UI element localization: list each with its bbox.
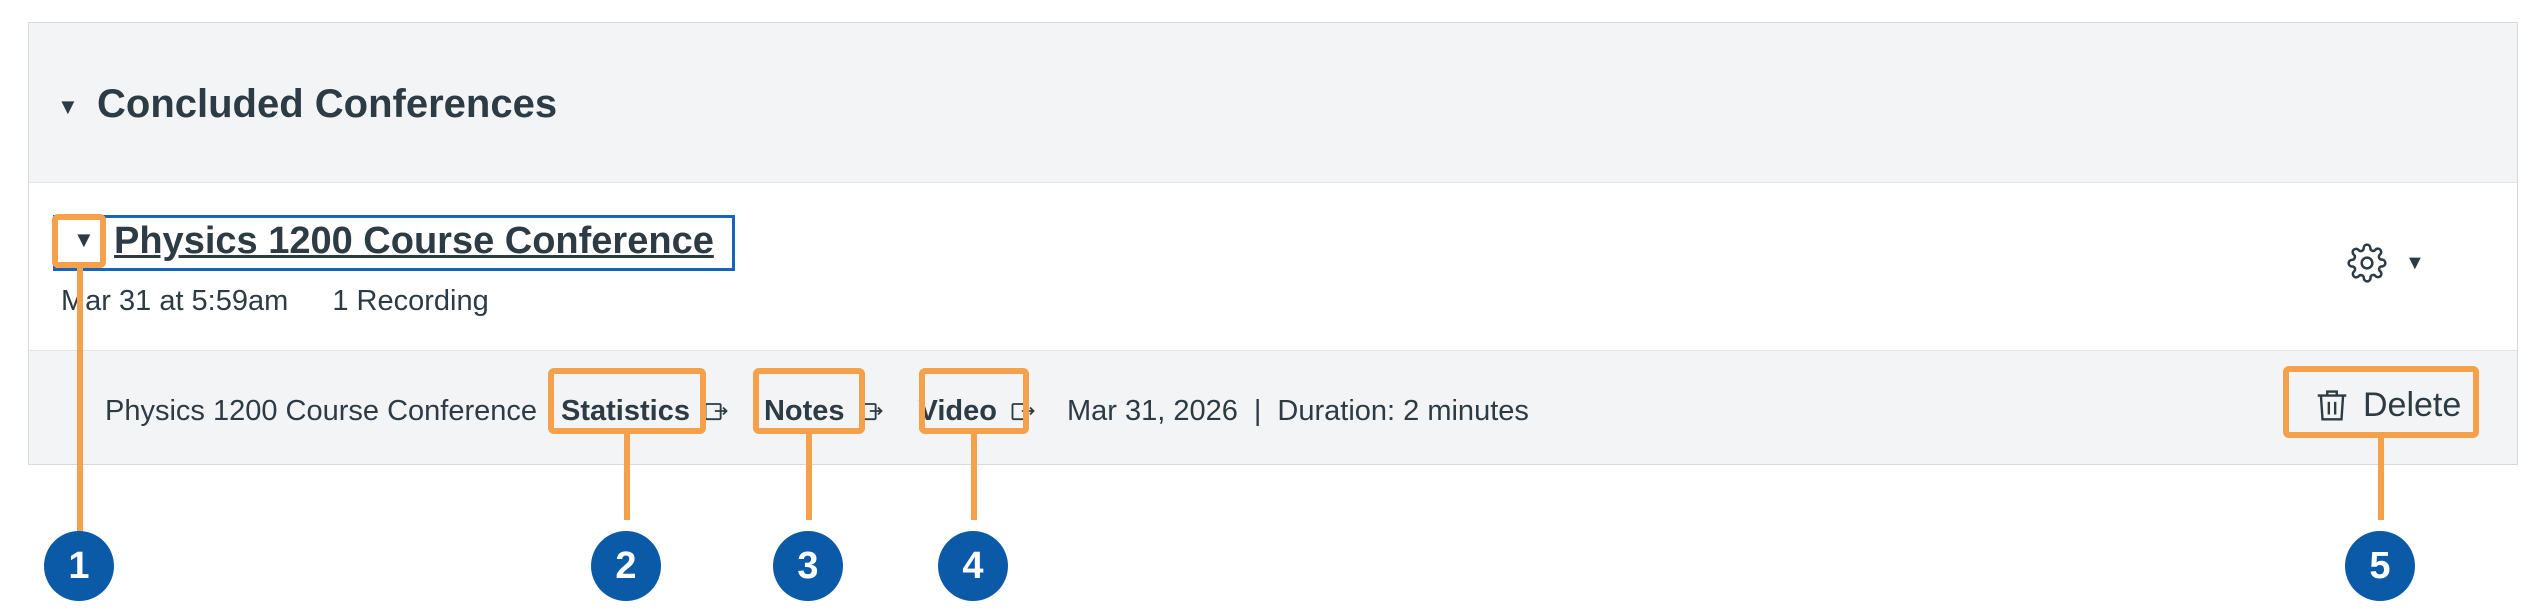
recording-duration: Duration: 2 minutes	[1277, 394, 1529, 427]
callout-line-2	[624, 434, 630, 520]
callout-highlight-statistics	[548, 368, 706, 434]
separator: |	[1253, 394, 1262, 427]
callout-badge-2: 2	[591, 531, 661, 601]
conference-row: ▼ Physics 1200 Course Conference Mar 31 …	[29, 183, 2517, 351]
recording-name: Physics 1200 Course Conference	[105, 394, 538, 427]
callout-badge-4: 4	[938, 531, 1008, 601]
callout-badge-1: 1	[44, 531, 114, 601]
callout-badge-3: 3	[773, 531, 843, 601]
conference-date: Mar 31 at 5:59am	[61, 285, 289, 317]
callout-line-1	[77, 268, 83, 532]
recording-row: Physics 1200 Course Conference Statistic…	[29, 351, 2517, 464]
callout-highlight-delete	[2283, 366, 2479, 438]
callout-line-4	[971, 434, 977, 520]
conference-meta: Mar 31 at 5:59am 1 Recording	[61, 285, 525, 318]
recording-date: Mar 31, 2026	[1066, 394, 1238, 427]
settings-menu-button[interactable]: ▼	[2347, 243, 2425, 283]
callout-highlight-notes	[753, 368, 865, 434]
caret-down-icon: ▼	[2405, 252, 2425, 274]
conference-title-link[interactable]: Physics 1200 Course Conference	[114, 217, 714, 266]
callout-line-3	[806, 434, 812, 520]
recording-count: 1 Recording	[332, 285, 489, 317]
external-link-icon	[704, 403, 728, 421]
concluded-conferences-panel: ▼ Concluded Conferences ▼ Physics 1200 C…	[28, 22, 2518, 465]
gear-icon	[2347, 243, 2387, 283]
section-title: Concluded Conferences	[97, 82, 558, 126]
callout-highlight-video	[919, 368, 1029, 434]
caret-down-icon[interactable]: ▼	[57, 96, 79, 118]
callout-line-5	[2378, 438, 2384, 520]
callout-highlight-caret	[52, 214, 106, 268]
section-header[interactable]: ▼ Concluded Conferences	[29, 23, 2517, 183]
callout-badge-5: 5	[2345, 531, 2415, 601]
